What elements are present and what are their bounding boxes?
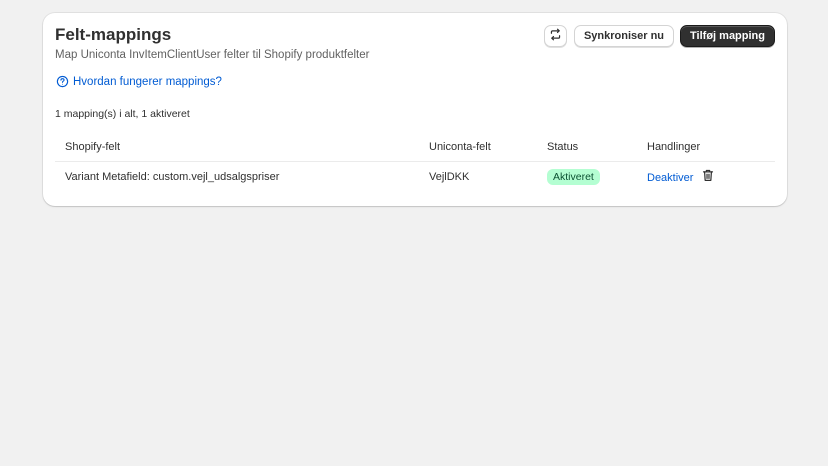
status-cell: Aktiveret bbox=[547, 162, 600, 191]
sync-now-button[interactable]: Synkroniser nu bbox=[573, 25, 675, 47]
refresh-button[interactable] bbox=[543, 25, 567, 47]
mappings-table: Shopify-felt Uniconta-felt Status Handli… bbox=[55, 133, 775, 191]
header-actions: Synkroniser nu Tilføj mapping bbox=[543, 25, 775, 47]
page-title: Felt-mappings bbox=[55, 25, 172, 44]
uniconta-field-cell: VejlDKK bbox=[429, 170, 470, 183]
shopify-field-cell: Variant Metafield: custom.vejl_udsalgspr… bbox=[65, 170, 280, 183]
trash-icon bbox=[702, 169, 714, 185]
status-badge: Aktiveret bbox=[547, 168, 600, 185]
add-mapping-button[interactable]: Tilføj mapping bbox=[680, 25, 775, 47]
deactivate-link[interactable]: Deaktiver bbox=[647, 172, 693, 184]
column-header-status: Status bbox=[547, 141, 579, 153]
help-link[interactable]: Hvordan fungerer mappings? bbox=[56, 75, 222, 88]
help-link-label: Hvordan fungerer mappings? bbox=[73, 75, 222, 88]
delete-button[interactable] bbox=[702, 169, 714, 185]
table-header-row: Shopify-felt Uniconta-felt Status Handli… bbox=[55, 133, 775, 162]
actions-cell: Deaktiver bbox=[647, 162, 714, 191]
table-row: Variant Metafield: custom.vejl_udsalgspr… bbox=[55, 162, 775, 191]
refresh-icon bbox=[549, 28, 562, 44]
page-subtitle: Map Uniconta InvItemClientUser felter ti… bbox=[55, 49, 370, 61]
column-header-actions: Handlinger bbox=[647, 141, 701, 153]
question-circle-icon bbox=[56, 75, 69, 88]
column-header-shopify-field: Shopify-felt bbox=[65, 141, 121, 153]
mappings-card: Felt-mappings Map Uniconta InvItemClient… bbox=[43, 13, 787, 206]
mapping-summary: 1 mapping(s) i alt, 1 aktiveret bbox=[55, 108, 190, 120]
column-header-uniconta-field: Uniconta-felt bbox=[429, 141, 491, 153]
